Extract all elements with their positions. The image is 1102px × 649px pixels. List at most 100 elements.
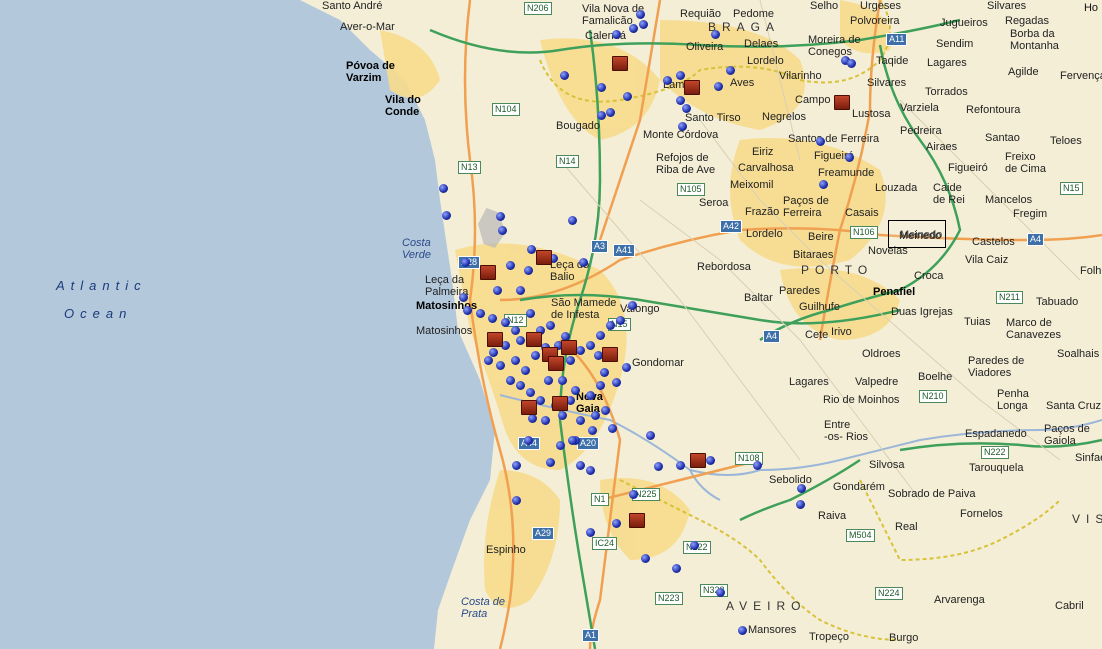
selection-box[interactable]: Meinedo bbox=[888, 220, 946, 248]
location-marker-icon[interactable] bbox=[552, 396, 568, 411]
location-dot[interactable] bbox=[571, 386, 580, 395]
location-dot[interactable] bbox=[608, 424, 617, 433]
location-dot[interactable] bbox=[847, 59, 856, 68]
location-marker-icon[interactable] bbox=[684, 80, 700, 95]
location-dot[interactable] bbox=[591, 411, 600, 420]
location-dot[interactable] bbox=[714, 82, 723, 91]
location-dot[interactable] bbox=[511, 356, 520, 365]
location-dot[interactable] bbox=[716, 588, 725, 597]
location-dot[interactable] bbox=[672, 564, 681, 573]
location-dot[interactable] bbox=[597, 83, 606, 92]
location-dot[interactable] bbox=[612, 30, 621, 39]
location-dot[interactable] bbox=[576, 461, 585, 470]
location-dot[interactable] bbox=[498, 226, 507, 235]
location-marker-icon[interactable] bbox=[834, 95, 850, 110]
location-dot[interactable] bbox=[442, 211, 451, 220]
location-marker-icon[interactable] bbox=[480, 265, 496, 280]
location-dot[interactable] bbox=[516, 381, 525, 390]
location-dot[interactable] bbox=[512, 496, 521, 505]
location-dot[interactable] bbox=[560, 71, 569, 80]
location-marker-icon[interactable] bbox=[629, 513, 645, 528]
location-dot[interactable] bbox=[588, 426, 597, 435]
location-dot[interactable] bbox=[459, 293, 468, 302]
location-dot[interactable] bbox=[527, 245, 536, 254]
location-dot[interactable] bbox=[526, 309, 535, 318]
location-dot[interactable] bbox=[819, 180, 828, 189]
location-dot[interactable] bbox=[726, 66, 735, 75]
location-dot[interactable] bbox=[536, 396, 545, 405]
location-dot[interactable] bbox=[528, 414, 537, 423]
location-dot[interactable] bbox=[556, 441, 565, 450]
location-dot[interactable] bbox=[629, 490, 638, 499]
location-dot[interactable] bbox=[576, 346, 585, 355]
location-dot[interactable] bbox=[586, 391, 595, 400]
location-dot[interactable] bbox=[682, 104, 691, 113]
location-dot[interactable] bbox=[628, 301, 637, 310]
location-dot[interactable] bbox=[678, 122, 687, 131]
location-dot[interactable] bbox=[546, 458, 555, 467]
location-dot[interactable] bbox=[612, 378, 621, 387]
location-dot[interactable] bbox=[676, 461, 685, 470]
location-dot[interactable] bbox=[541, 416, 550, 425]
location-dot[interactable] bbox=[636, 10, 645, 19]
location-dot[interactable] bbox=[690, 541, 699, 550]
location-dot[interactable] bbox=[646, 431, 655, 440]
location-dot[interactable] bbox=[521, 366, 530, 375]
location-marker-icon[interactable] bbox=[521, 400, 537, 415]
location-dot[interactable] bbox=[463, 306, 472, 315]
location-dot[interactable] bbox=[586, 466, 595, 475]
location-dot[interactable] bbox=[511, 326, 520, 335]
location-dot[interactable] bbox=[531, 351, 540, 360]
location-marker-icon[interactable] bbox=[612, 56, 628, 71]
location-dot[interactable] bbox=[558, 411, 567, 420]
location-dot[interactable] bbox=[600, 368, 609, 377]
location-marker-icon[interactable] bbox=[561, 340, 577, 355]
location-dot[interactable] bbox=[612, 519, 621, 528]
location-dot[interactable] bbox=[576, 416, 585, 425]
location-dot[interactable] bbox=[558, 376, 567, 385]
location-dot[interactable] bbox=[544, 376, 553, 385]
location-dot[interactable] bbox=[676, 71, 685, 80]
location-dot[interactable] bbox=[484, 356, 493, 365]
location-dot[interactable] bbox=[816, 137, 825, 146]
location-dot[interactable] bbox=[711, 30, 720, 39]
location-dot[interactable] bbox=[623, 92, 632, 101]
location-dot[interactable] bbox=[512, 461, 521, 470]
location-marker-icon[interactable] bbox=[487, 332, 503, 347]
location-dot[interactable] bbox=[526, 388, 535, 397]
location-dot[interactable] bbox=[439, 184, 448, 193]
location-dot[interactable] bbox=[753, 461, 762, 470]
location-dot[interactable] bbox=[845, 153, 854, 162]
location-dot[interactable] bbox=[601, 406, 610, 415]
location-dot[interactable] bbox=[524, 266, 533, 275]
location-dot[interactable] bbox=[496, 361, 505, 370]
location-dot[interactable] bbox=[654, 462, 663, 471]
location-dot[interactable] bbox=[706, 456, 715, 465]
location-marker-icon[interactable] bbox=[548, 356, 564, 371]
location-dot[interactable] bbox=[516, 286, 525, 295]
location-dot[interactable] bbox=[586, 528, 595, 537]
location-dot[interactable] bbox=[568, 436, 577, 445]
location-dot[interactable] bbox=[524, 436, 533, 445]
location-dot[interactable] bbox=[568, 216, 577, 225]
location-dot[interactable] bbox=[506, 261, 515, 270]
location-dot[interactable] bbox=[586, 341, 595, 350]
location-dot[interactable] bbox=[461, 258, 470, 267]
location-dot[interactable] bbox=[496, 212, 505, 221]
location-dot[interactable] bbox=[796, 500, 805, 509]
location-dot[interactable] bbox=[641, 554, 650, 563]
location-marker-icon[interactable] bbox=[526, 332, 542, 347]
location-dot[interactable] bbox=[639, 20, 648, 29]
location-dot[interactable] bbox=[663, 76, 672, 85]
location-dot[interactable] bbox=[596, 331, 605, 340]
location-marker-icon[interactable] bbox=[536, 250, 552, 265]
location-dot[interactable] bbox=[546, 321, 555, 330]
location-marker-icon[interactable] bbox=[690, 453, 706, 468]
location-dot[interactable] bbox=[579, 258, 588, 267]
location-dot[interactable] bbox=[606, 108, 615, 117]
location-dot[interactable] bbox=[606, 321, 615, 330]
location-dot[interactable] bbox=[501, 318, 510, 327]
location-dot[interactable] bbox=[516, 336, 525, 345]
map-view[interactable]: Santo André Aver-o-Mar Póvoa de Varzim Vila … bbox=[0, 0, 1102, 649]
location-marker-icon[interactable] bbox=[602, 347, 618, 362]
